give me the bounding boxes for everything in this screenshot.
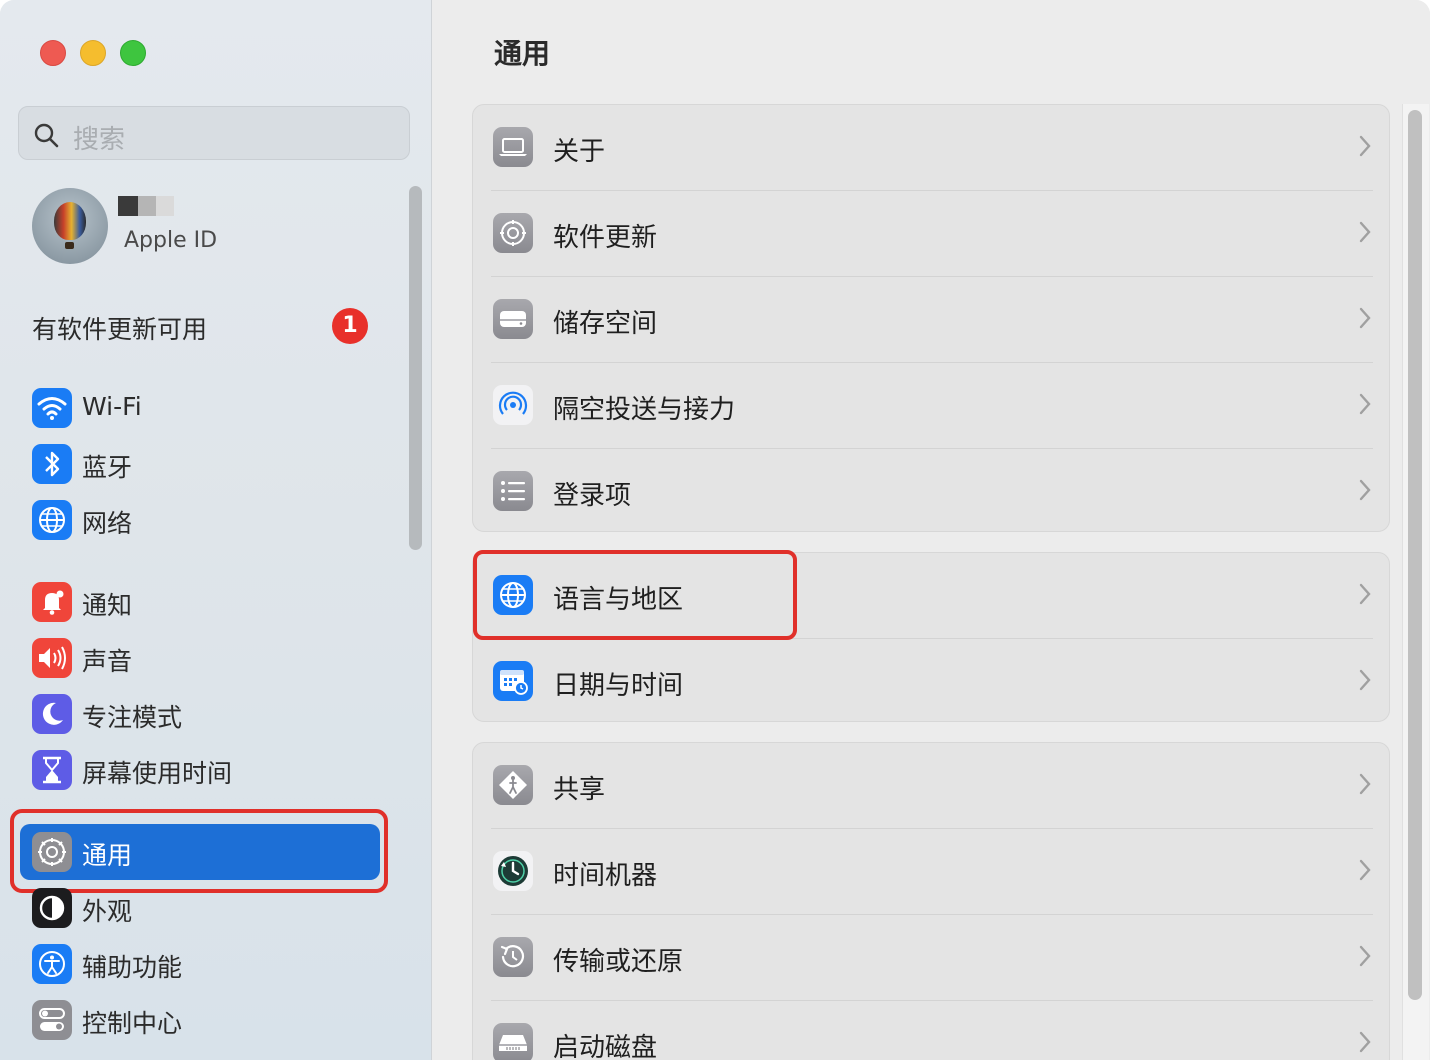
calendar-clock-icon — [493, 661, 533, 701]
row-about[interactable]: 关于 — [473, 105, 1389, 191]
account-name-redacted — [118, 196, 178, 216]
hourglass-icon — [32, 750, 72, 790]
row-sharing[interactable]: 共享 — [473, 743, 1389, 829]
row-label: 启动磁盘 — [553, 1033, 658, 1060]
highlight-annotation-sidebar — [10, 809, 388, 893]
search-input[interactable]: 搜索 — [18, 106, 410, 160]
chevron-right-icon — [1359, 583, 1371, 609]
sidebar-item-label: 辅助功能 — [82, 953, 183, 982]
apple-id-label: Apple ID — [124, 228, 218, 253]
airdrop-icon — [493, 385, 533, 425]
globe-icon — [32, 500, 72, 540]
appearance-icon — [32, 888, 72, 928]
sidebar-item-label: 声音 — [82, 647, 133, 676]
sidebar-item-label: 蓝牙 — [82, 453, 133, 482]
row-transfer-restore[interactable]: 传输或还原 — [473, 915, 1389, 1001]
chevron-right-icon — [1359, 945, 1371, 971]
row-label: 传输或还原 — [553, 947, 684, 977]
page-title: 通用 — [494, 37, 551, 70]
settings-window: 搜索 Apple ID 有软件更新可用 1 Wi-Fi 蓝牙 网络 通知 声音 … — [0, 0, 1430, 1060]
row-date-time[interactable]: 日期与时间 — [473, 639, 1389, 721]
sidebar-item-network[interactable]: 网络 — [32, 498, 392, 542]
row-label: 储存空间 — [553, 309, 658, 339]
moon-icon — [32, 694, 72, 734]
laptop-icon — [493, 127, 533, 167]
bell-icon — [32, 582, 72, 622]
sidebar-item-label: Wi-Fi — [82, 392, 142, 421]
chevron-right-icon — [1359, 135, 1371, 161]
speaker-icon — [32, 638, 72, 678]
sidebar-item-focus[interactable]: 专注模式 — [32, 692, 392, 736]
row-software-update[interactable]: 软件更新 — [473, 191, 1389, 277]
sidebar-item-sound[interactable]: 声音 — [32, 636, 392, 680]
main-scrollbar[interactable] — [1408, 110, 1422, 1000]
row-time-machine[interactable]: 时间机器 — [473, 829, 1389, 915]
search-placeholder: 搜索 — [73, 125, 126, 155]
close-window-button[interactable] — [40, 40, 66, 66]
highlight-annotation-language-region — [473, 550, 797, 640]
search-icon — [33, 122, 59, 152]
sharing-icon — [493, 765, 533, 805]
row-startup-disk[interactable]: 启动磁盘 — [473, 1001, 1389, 1060]
settings-group-1: 关于 软件更新 储存空间 隔空投送与接力 登录项 — [472, 104, 1390, 532]
row-label: 共享 — [553, 775, 606, 805]
sidebar-item-screen-time[interactable]: 屏幕使用时间 — [32, 748, 392, 792]
chevron-right-icon — [1359, 773, 1371, 799]
minimize-window-button[interactable] — [80, 40, 106, 66]
row-label: 登录项 — [553, 481, 632, 511]
accessibility-icon — [32, 944, 72, 984]
sidebar-item-wifi[interactable]: Wi-Fi — [32, 386, 392, 430]
sidebar-item-appearance[interactable]: 外观 — [32, 886, 392, 930]
chevron-right-icon — [1359, 221, 1371, 247]
row-label: 隔空投送与接力 — [553, 395, 736, 425]
row-label: 时间机器 — [553, 861, 658, 891]
row-label: 软件更新 — [553, 223, 658, 253]
row-login-items[interactable]: 登录项 — [473, 449, 1389, 531]
sidebar: 搜索 Apple ID 有软件更新可用 1 Wi-Fi 蓝牙 网络 通知 声音 … — [0, 0, 432, 1060]
chevron-right-icon — [1359, 393, 1371, 419]
row-label: 关于 — [553, 137, 606, 167]
chevron-right-icon — [1359, 669, 1371, 695]
row-storage[interactable]: 储存空间 — [473, 277, 1389, 363]
restore-icon — [493, 937, 533, 977]
chevron-right-icon — [1359, 1031, 1371, 1057]
list-icon — [493, 471, 533, 511]
chevron-right-icon — [1359, 859, 1371, 885]
software-update-available[interactable]: 有软件更新可用 1 — [32, 308, 372, 348]
sidebar-scrollbar[interactable] — [409, 186, 422, 550]
update-available-label: 有软件更新可用 — [32, 315, 208, 344]
update-count-badge: 1 — [332, 308, 368, 344]
bluetooth-icon — [32, 444, 72, 484]
zoom-window-button[interactable] — [120, 40, 146, 66]
chevron-right-icon — [1359, 307, 1371, 333]
sidebar-item-label: 网络 — [82, 509, 133, 538]
gear-badge-icon — [493, 213, 533, 253]
sidebar-item-accessibility[interactable]: 辅助功能 — [32, 942, 392, 986]
sidebar-item-label: 屏幕使用时间 — [82, 759, 233, 788]
avatar — [32, 188, 108, 264]
sidebar-item-label: 控制中心 — [82, 1009, 183, 1038]
row-airdrop-handoff[interactable]: 隔空投送与接力 — [473, 363, 1389, 449]
toggles-icon — [32, 1000, 72, 1040]
time-machine-icon — [493, 851, 533, 891]
sidebar-item-label: 通知 — [82, 591, 133, 620]
drive-icon — [493, 299, 533, 339]
row-label: 日期与时间 — [553, 671, 684, 701]
sidebar-item-label: 外观 — [82, 897, 133, 926]
sidebar-item-control-center[interactable]: 控制中心 — [32, 998, 392, 1042]
startup-disk-icon — [493, 1023, 533, 1060]
sidebar-item-notifications[interactable]: 通知 — [32, 580, 392, 624]
chevron-right-icon — [1359, 479, 1371, 505]
main-content: 通用 关于 软件更新 储存空间 隔空投送与接力 登录项 语言与地区 日期与时间 … — [432, 0, 1430, 1060]
wifi-icon — [32, 388, 72, 428]
sidebar-item-bluetooth[interactable]: 蓝牙 — [32, 442, 392, 486]
settings-group-3: 共享 时间机器 传输或还原 启动磁盘 — [472, 742, 1390, 1060]
sidebar-item-label: 专注模式 — [82, 703, 183, 732]
